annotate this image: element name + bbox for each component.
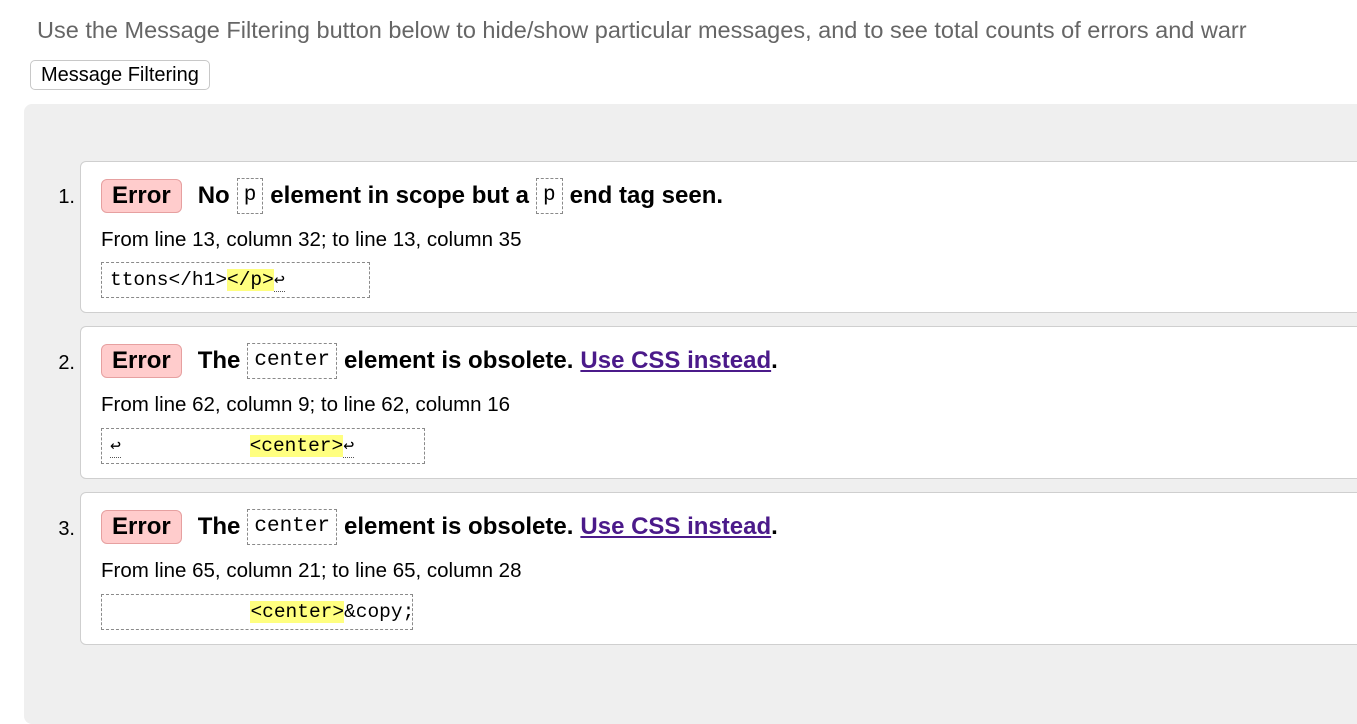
return-icon: ↩ xyxy=(110,437,121,458)
message-text: element in scope but a xyxy=(270,182,530,209)
code-inline: center xyxy=(247,343,337,379)
code-inline: p xyxy=(536,178,563,214)
code-extract: ↩ <center>↩ xyxy=(101,428,425,464)
extract-text xyxy=(121,435,250,457)
extract-text: &copy; xyxy=(344,601,415,623)
code-extract: <center>&copy; xyxy=(101,594,415,630)
message-headline: Error No p element in scope but a p end … xyxy=(101,178,723,214)
error-badge: Error xyxy=(101,179,182,213)
message-headline: Error The center element is obsolete. Us… xyxy=(101,343,778,379)
message-filtering-button[interactable]: Message Filtering xyxy=(30,60,210,90)
message-headline: Error The center element is obsolete. Us… xyxy=(101,509,778,545)
message-number: 3. xyxy=(58,518,75,540)
message-number: 1. xyxy=(58,186,75,208)
extract-highlight: <center> xyxy=(249,435,344,457)
message-item: 3. Error The center element is obsolete.… xyxy=(58,492,1357,645)
message-text: end tag seen. xyxy=(569,182,724,209)
return-icon: ↩ xyxy=(343,437,355,458)
use-css-instead-link[interactable]: Use CSS instead xyxy=(580,513,771,541)
message-location: From line 13, column 32; to line 13, col… xyxy=(101,228,522,251)
message-text: . xyxy=(771,513,778,540)
code-inline: center xyxy=(247,509,337,545)
message-text: . xyxy=(771,347,778,374)
extract-text xyxy=(110,601,250,623)
message-item: 2. Error The center element is obsolete.… xyxy=(58,326,1357,479)
message-text: The xyxy=(197,513,241,540)
message-location: From line 65, column 21; to line 65, col… xyxy=(101,559,522,582)
return-icon: ↩ xyxy=(273,271,285,292)
error-badge: Error xyxy=(101,344,182,378)
message-text: The xyxy=(197,347,241,374)
extract-highlight: <center> xyxy=(250,601,345,623)
message-item: 1. Error No p element in scope but a p e… xyxy=(58,161,1357,313)
message-number: 2. xyxy=(58,352,75,374)
code-extract: ttons</h1></p>↩ xyxy=(101,262,370,298)
message-text: element is obsolete. xyxy=(343,347,574,374)
message-location: From line 62, column 9; to line 62, colu… xyxy=(101,393,511,416)
message-text: No xyxy=(197,182,230,209)
code-inline: p xyxy=(236,178,264,214)
extract-highlight: </p> xyxy=(227,269,274,291)
use-css-instead-link[interactable]: Use CSS instead xyxy=(580,347,771,375)
message-text: element is obsolete. xyxy=(343,513,574,540)
error-badge: Error xyxy=(101,510,182,544)
intro-text: Use the Message Filtering button below t… xyxy=(37,17,1247,43)
extract-text: ttons</h1> xyxy=(110,269,228,291)
